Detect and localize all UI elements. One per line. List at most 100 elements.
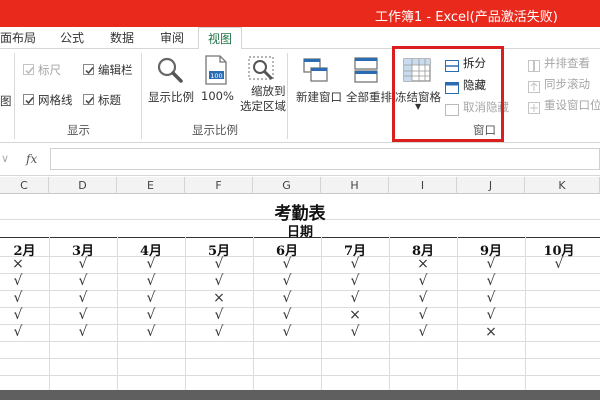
date-subtitle: 日期 bbox=[286, 225, 313, 240]
column-header-f[interactable]: F bbox=[185, 177, 253, 194]
attendance-mark: √ bbox=[146, 256, 156, 272]
attendance-mark: √ bbox=[350, 290, 360, 306]
column-header-g[interactable]: G bbox=[253, 177, 321, 194]
column-header-i[interactable]: I bbox=[389, 177, 457, 194]
attendance-mark: √ bbox=[282, 290, 292, 306]
attendance-mark: √ bbox=[214, 273, 224, 289]
tab-page-layout[interactable]: 面布局 bbox=[0, 27, 36, 49]
show-group-label: 显示 bbox=[67, 123, 90, 137]
attendance-mark: × bbox=[349, 307, 361, 323]
attendance-mark: √ bbox=[350, 256, 360, 272]
column-header-j[interactable]: J bbox=[457, 177, 525, 194]
ruler-label: 标尺 bbox=[38, 63, 61, 77]
excel-window: { "titlebar": { "title": "工作簿1 - Excel(产… bbox=[0, 0, 600, 400]
formula-input[interactable] bbox=[50, 148, 600, 170]
group-divider bbox=[287, 53, 288, 139]
column-header-e[interactable]: E bbox=[117, 177, 185, 194]
attendance-mark: √ bbox=[13, 307, 23, 323]
fx-icon[interactable]: fx bbox=[26, 152, 37, 166]
attendance-mark: √ bbox=[282, 256, 292, 272]
sync-scroll-icon[interactable] bbox=[528, 78, 540, 97]
attendance-mark: √ bbox=[78, 307, 88, 323]
side-by-side-icon[interactable] bbox=[528, 57, 540, 76]
attendance-mark: √ bbox=[486, 290, 496, 306]
arrange-all-label[interactable]: 全部重排 bbox=[346, 89, 392, 105]
attendance-mark: √ bbox=[418, 324, 428, 340]
attendance-mark: √ bbox=[486, 273, 496, 289]
attendance-mark: √ bbox=[214, 324, 224, 340]
attendance-mark: √ bbox=[13, 273, 23, 289]
attendance-mark: √ bbox=[282, 324, 292, 340]
attendance-mark: √ bbox=[486, 256, 496, 272]
zoom-button-label[interactable]: 显示比例 bbox=[148, 89, 194, 105]
status-bar-edge bbox=[0, 390, 600, 400]
tab-data[interactable]: 数据 bbox=[110, 27, 134, 49]
column-headers: C D E F G H I J K bbox=[0, 177, 600, 194]
ribbon-tabs: 面布局 公式 数据 审阅 视图 bbox=[0, 27, 600, 50]
attendance-mark: √ bbox=[418, 307, 428, 323]
tab-review[interactable]: 审阅 bbox=[160, 27, 184, 49]
attendance-mark: √ bbox=[214, 256, 224, 272]
formula-bar-checkbox[interactable] bbox=[83, 64, 94, 75]
row-line bbox=[0, 358, 600, 359]
row-line bbox=[0, 341, 600, 342]
attendance-mark: √ bbox=[13, 324, 23, 340]
zoom-100-button-label[interactable]: 100% bbox=[201, 89, 234, 103]
side-by-side-label[interactable]: 并排查看 bbox=[544, 55, 590, 71]
new-window-icon[interactable] bbox=[302, 56, 330, 88]
attendance-mark: √ bbox=[146, 290, 156, 306]
group-divider bbox=[14, 53, 15, 139]
svg-text:100: 100 bbox=[210, 72, 222, 80]
column-header-h[interactable]: H bbox=[321, 177, 389, 194]
attendance-mark: √ bbox=[146, 307, 156, 323]
gridlines-checkbox[interactable] bbox=[23, 94, 34, 105]
formula-bar-label: 编辑栏 bbox=[98, 63, 133, 77]
headings-label: 标题 bbox=[98, 93, 121, 107]
attendance-mark: √ bbox=[282, 307, 292, 323]
attendance-mark: × bbox=[485, 324, 497, 340]
reset-window-label[interactable]: 重设窗口位 bbox=[544, 97, 600, 113]
zoom-selection-label-2[interactable]: 选定区域 bbox=[240, 98, 286, 114]
formula-bar: ∨ fx bbox=[0, 143, 600, 176]
name-box-expand-icon[interactable]: ∨ bbox=[1, 152, 9, 165]
attendance-mark: √ bbox=[214, 307, 224, 323]
tab-formulas[interactable]: 公式 bbox=[60, 27, 84, 49]
sync-scroll-label[interactable]: 同步滚动 bbox=[544, 76, 590, 92]
new-window-label[interactable]: 新建窗口 bbox=[296, 89, 342, 105]
attendance-mark: √ bbox=[78, 256, 88, 272]
attendance-mark: √ bbox=[350, 273, 360, 289]
page-100-icon[interactable]: 100 bbox=[203, 54, 229, 90]
ribbon: 图 标尺 编辑栏 网格线 标题 显示 显示比例 100 100% 缩放到 选定区… bbox=[0, 49, 600, 143]
row-line bbox=[0, 375, 600, 376]
column-header-k[interactable]: K bbox=[525, 177, 600, 194]
attendance-mark: √ bbox=[78, 290, 88, 306]
attendance-mark: √ bbox=[418, 290, 428, 306]
reset-window-icon[interactable] bbox=[528, 99, 540, 118]
attendance-mark: √ bbox=[350, 324, 360, 340]
window-title: 工作簿1 - Excel(产品激活失败) bbox=[375, 10, 558, 25]
attendance-mark: × bbox=[213, 290, 225, 306]
window-group-highlight bbox=[392, 46, 504, 142]
title-bar: 工作簿1 - Excel(产品激活失败) bbox=[0, 0, 600, 27]
column-header-d[interactable]: D bbox=[49, 177, 117, 194]
attendance-mark: √ bbox=[78, 324, 88, 340]
attendance-mark: √ bbox=[486, 307, 496, 323]
worksheet-grid[interactable]: 考勤表 日期 2月 3月 4月 5月 6月 7月 8月 9月 10月 × √ √… bbox=[0, 194, 600, 390]
attendance-mark: √ bbox=[282, 273, 292, 289]
attendance-mark: √ bbox=[554, 256, 564, 272]
arrange-all-icon[interactable] bbox=[353, 56, 379, 88]
column-header-c[interactable]: C bbox=[0, 177, 49, 194]
attendance-mark: √ bbox=[146, 273, 156, 289]
headings-checkbox[interactable] bbox=[83, 94, 94, 105]
ruler-checkbox[interactable] bbox=[23, 64, 34, 75]
zoom-selection-label-1[interactable]: 缩放到 bbox=[251, 83, 286, 99]
tab-view[interactable]: 视图 bbox=[198, 27, 243, 50]
attendance-mark: √ bbox=[146, 324, 156, 340]
attendance-mark: √ bbox=[13, 290, 23, 306]
attendance-mark: √ bbox=[78, 273, 88, 289]
attendance-mark: × bbox=[12, 256, 24, 272]
truncated-button-label[interactable]: 图 bbox=[0, 93, 12, 109]
magnifier-icon[interactable] bbox=[155, 55, 185, 89]
gridlines-label: 网格线 bbox=[38, 93, 73, 107]
attendance-mark: × bbox=[417, 256, 429, 272]
